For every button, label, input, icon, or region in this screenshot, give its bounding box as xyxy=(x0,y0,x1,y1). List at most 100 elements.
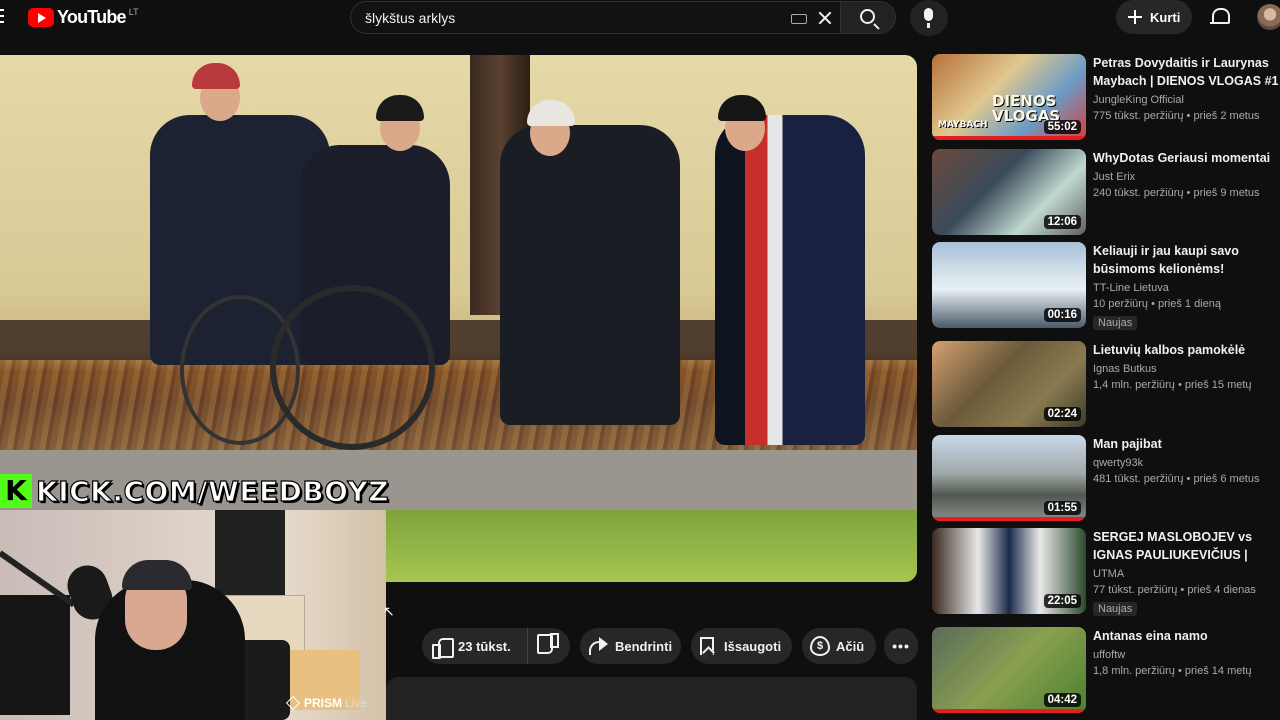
video-meta: 240 tūkst. peržiūrų • prieš 9 metus xyxy=(1093,187,1260,199)
video-duration: 22:05 xyxy=(1043,594,1081,608)
like-button[interactable]: 23 tūkst. xyxy=(422,628,528,664)
keyboard-icon[interactable] xyxy=(791,14,807,24)
video-duration: 00:16 xyxy=(1043,308,1081,322)
webcam-monitor xyxy=(0,595,70,715)
country-code: LT xyxy=(128,6,139,17)
video-meta: 10 peržiūrų • prieš 1 dieną xyxy=(1093,298,1221,310)
scene-hat xyxy=(527,100,575,126)
thumbs-up-icon xyxy=(432,636,454,659)
new-badge: Naujas xyxy=(1093,602,1138,616)
video-info: Antanas eina namo uffoftw 1,8 mln. perži… xyxy=(1093,627,1280,679)
scene-hat xyxy=(718,95,766,121)
list-item[interactable]: 00:16 Keliauji ir jau kaupi savo būsimom… xyxy=(932,242,1280,331)
video-title[interactable]: WhyDotas Geriausi momentai xyxy=(1093,149,1280,167)
video-thumbnail[interactable]: 22:05 xyxy=(932,528,1086,614)
dislike-button[interactable] xyxy=(528,628,570,664)
channel-name[interactable]: Ignas Butkus xyxy=(1093,361,1280,377)
list-item[interactable]: 02:24 Lietuvių kalbos pamokėlė Ignas But… xyxy=(932,341,1280,427)
menu-icon[interactable] xyxy=(0,9,6,25)
mouse-cursor-icon: ↖ xyxy=(383,603,395,619)
video-meta: 77 tūkst. peržiūrų • prieš 4 dienas xyxy=(1093,584,1256,596)
video-info: Keliauji ir jau kaupi savo būsimoms keli… xyxy=(1093,242,1280,331)
save-button[interactable]: Išsaugoti xyxy=(691,628,792,664)
list-item[interactable]: 01:55 Man pajibat qwerty93k 481 tūkst. p… xyxy=(932,435,1280,521)
voice-search-button[interactable] xyxy=(910,0,948,36)
channel-name[interactable]: JungleKing Official xyxy=(1093,92,1280,108)
avatar[interactable] xyxy=(1257,4,1280,30)
video-title[interactable]: Antanas eina namo xyxy=(1093,627,1280,645)
kick-url-text: KICK.COM/WEEDBOYZ xyxy=(35,474,390,508)
thanks-button[interactable]: $ Ačiū xyxy=(802,628,876,664)
microphone-icon xyxy=(924,8,933,28)
video-title[interactable]: Petras Dovydaitis ir Laurynas Maybach | … xyxy=(1093,54,1280,90)
new-badge: Naujas xyxy=(1093,316,1138,330)
list-item[interactable]: DIENOS VLOGAS MAYBACH 55:02 Petras Dovyd… xyxy=(932,54,1280,140)
top-bar: YouTube LT šlykštus arklys Kurti xyxy=(0,0,1280,36)
create-button[interactable]: Kurti xyxy=(1116,0,1192,34)
video-thumbnail[interactable]: 00:16 xyxy=(932,242,1086,328)
video-duration: 01:55 xyxy=(1043,501,1081,515)
video-thumbnail[interactable]: 02:24 xyxy=(932,341,1086,427)
list-item[interactable]: 22:05 SERGEJ MASLOBOJEV vs IGNAS PAULIUK… xyxy=(932,528,1280,617)
plus-icon xyxy=(1128,10,1142,24)
scene-hat xyxy=(376,95,424,121)
video-info: WhyDotas Geriausi momentai Just Erix 240… xyxy=(1093,149,1280,201)
thanks-label: Ačiū xyxy=(836,638,865,654)
video-duration: 02:24 xyxy=(1043,407,1081,421)
list-item[interactable]: 12:06 WhyDotas Geriausi momentai Just Er… xyxy=(932,149,1280,235)
video-info: Lietuvių kalbos pamokėlė Ignas Butkus 1,… xyxy=(1093,341,1280,393)
video-thumbnail[interactable]: 12:06 xyxy=(932,149,1086,235)
prism-brand: PRISM xyxy=(304,696,343,710)
watch-progress-bar xyxy=(932,136,1086,140)
channel-name[interactable]: uffoftw xyxy=(1093,647,1280,663)
thumbnail-subtext: MAYBACH xyxy=(938,120,988,130)
like-count: 23 tūkst. xyxy=(458,638,511,654)
heart-dollar-icon: $ xyxy=(810,636,830,656)
video-meta: 775 tūkst. peržiūrų • prieš 2 metus xyxy=(1093,110,1260,122)
video-meta: 481 tūkst. peržiūrų • prieš 6 metus xyxy=(1093,473,1260,485)
share-label: Bendrinti xyxy=(615,638,673,654)
more-icon: ••• xyxy=(892,638,910,654)
youtube-play-icon xyxy=(28,8,54,27)
video-title[interactable]: Man pajibat xyxy=(1093,435,1280,453)
webcam-overlay: PRISM Live xyxy=(0,510,386,720)
list-item[interactable]: 04:42 Antanas eina namo uffoftw 1,8 mln.… xyxy=(932,627,1280,713)
clear-search-icon[interactable] xyxy=(815,8,835,28)
more-actions-button[interactable]: ••• xyxy=(884,628,918,664)
channel-name[interactable]: UTMA xyxy=(1093,566,1280,582)
share-icon xyxy=(589,637,609,655)
prism-live: Live xyxy=(345,696,368,710)
video-thumbnail[interactable]: 01:55 xyxy=(932,435,1086,521)
video-thumbnail[interactable]: DIENOS VLOGAS MAYBACH 55:02 xyxy=(932,54,1086,140)
search-query[interactable]: šlykštus arklys xyxy=(365,10,455,26)
scene-grass xyxy=(380,510,917,582)
video-duration: 04:42 xyxy=(1043,693,1081,707)
video-title[interactable]: SERGEJ MASLOBOJEV vs IGNAS PAULIUKEVIČIU… xyxy=(1093,528,1280,564)
webcam-tv xyxy=(215,510,285,605)
scene-person xyxy=(715,115,865,445)
youtube-logo[interactable]: YouTube LT xyxy=(28,7,139,28)
prism-live-watermark: PRISM Live xyxy=(285,695,368,711)
video-title[interactable]: Keliauji ir jau kaupi savo būsimoms keli… xyxy=(1093,242,1280,278)
logo-text: YouTube xyxy=(57,7,127,27)
video-duration: 12:06 xyxy=(1043,215,1081,229)
channel-name[interactable]: Just Erix xyxy=(1093,169,1280,185)
save-label: Išsaugoti xyxy=(724,638,782,654)
scene-person xyxy=(500,125,680,425)
search-input[interactable]: šlykštus arklys xyxy=(350,1,840,34)
video-thumbnail[interactable]: 04:42 xyxy=(932,627,1086,713)
watch-progress-bar xyxy=(932,517,1086,521)
kick-overlay: K KICK.COM/WEEDBOYZ xyxy=(0,472,389,510)
scene-wheel xyxy=(270,285,435,450)
video-title[interactable]: Lietuvių kalbos pamokėlė xyxy=(1093,341,1280,359)
search-button[interactable] xyxy=(840,1,896,34)
channel-name[interactable]: TT-Line Lietuva xyxy=(1093,280,1280,296)
channel-name[interactable]: qwerty93k xyxy=(1093,455,1280,471)
description-box[interactable] xyxy=(386,677,917,720)
share-button[interactable]: Bendrinti xyxy=(580,628,681,664)
thumbs-down-icon xyxy=(539,636,559,656)
search-icon xyxy=(860,9,875,24)
video-info: SERGEJ MASLOBOJEV vs IGNAS PAULIUKEVIČIU… xyxy=(1093,528,1280,617)
like-dislike-group: 23 tūkst. xyxy=(422,628,570,664)
notifications-bell-icon[interactable] xyxy=(1210,7,1230,27)
